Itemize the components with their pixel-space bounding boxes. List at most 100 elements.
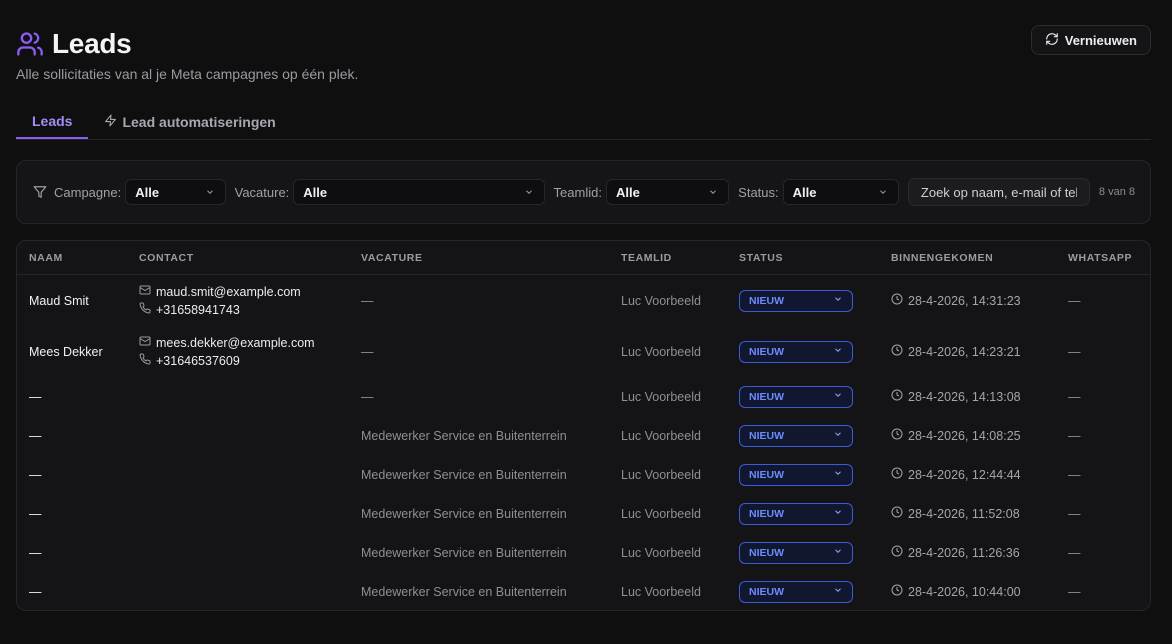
users-icon [16, 30, 44, 58]
filter-bar: Campagne: Alle Vacature: Alle Teamlid: A… [16, 160, 1151, 224]
lead-name: — [29, 584, 42, 599]
status-value: NIEUW [749, 468, 784, 481]
lead-name: — [29, 467, 42, 482]
teamlid-select[interactable]: Alle [605, 179, 730, 205]
lead-teamlid: Luc Voorbeeld [621, 428, 701, 443]
status-dropdown[interactable]: NIEUW [739, 541, 853, 564]
received-date: 28-4-2026, 11:26:36 [908, 545, 1020, 560]
lead-name: — [29, 545, 42, 560]
lead-status: NIEUW [739, 275, 853, 326]
lead-teamlid: Luc Voorbeeld [621, 545, 701, 560]
status-dropdown[interactable]: NIEUW [739, 424, 853, 447]
status-select[interactable]: Alle [782, 179, 899, 205]
column-header-teamlid[interactable]: TEAMLID [621, 252, 672, 264]
chevron-down-icon [833, 390, 843, 403]
contact-phone-line[interactable]: +31646537609 [139, 353, 315, 368]
status-dropdown[interactable]: NIEUW [739, 289, 853, 312]
phone-icon [139, 353, 151, 368]
clock-icon [891, 506, 903, 521]
contact-email-line[interactable]: mees.dekker@example.com [139, 335, 315, 350]
received-date: 28-4-2026, 14:23:21 [908, 344, 1021, 359]
chevron-down-icon [833, 507, 843, 520]
lead-whatsapp: — [1068, 344, 1081, 359]
campagne-select[interactable]: Alle [125, 179, 226, 205]
table-row[interactable]: — Medewerker Service en Buitenterrein Lu… [17, 416, 1150, 455]
table-row[interactable]: — — Luc Voorbeeld NIEUW 28-4-2026, 14:13… [17, 377, 1150, 416]
received-date: 28-4-2026, 14:08:25 [908, 428, 1021, 443]
table-row[interactable]: — Medewerker Service en Buitenterrein Lu… [17, 533, 1150, 572]
status-value: NIEUW [749, 345, 784, 358]
campagne-select-value: Alle [135, 184, 160, 200]
contact-email: maud.smit@example.com [156, 284, 301, 299]
contact-email-line[interactable]: maud.smit@example.com [139, 284, 301, 299]
lead-status: NIEUW [739, 326, 853, 377]
vacature-select-value: Alle [303, 184, 328, 200]
received-date: 28-4-2026, 14:31:23 [908, 293, 1021, 308]
table-body: Maud Smit maud.smit@example.com +3165894… [17, 275, 1150, 610]
chevron-down-icon [833, 585, 843, 598]
column-header-whatsapp[interactable]: WHATSAPP [1068, 252, 1132, 264]
status-dropdown[interactable]: NIEUW [739, 463, 853, 486]
lead-vacature: Medewerker Service en Buitenterrein [361, 428, 567, 443]
status-dropdown[interactable]: NIEUW [739, 580, 853, 603]
lead-whatsapp: — [1068, 545, 1081, 560]
received-date: 28-4-2026, 14:13:08 [908, 389, 1021, 404]
vacature-select[interactable]: Alle [293, 179, 545, 205]
clock-icon [891, 293, 903, 308]
status-dropdown[interactable]: NIEUW [739, 502, 853, 525]
column-header-vacature[interactable]: VACATURE [361, 252, 423, 264]
page-title: Leads [52, 28, 132, 59]
column-header-binnengekomen[interactable]: BINNENGEKOMEN [891, 252, 993, 264]
chevron-down-icon [878, 185, 888, 200]
lead-binnengekomen: 28-4-2026, 14:13:08 [891, 377, 1021, 416]
lead-status: NIEUW [739, 377, 853, 416]
table-row[interactable]: — Medewerker Service en Buitenterrein Lu… [17, 494, 1150, 533]
lead-binnengekomen: 28-4-2026, 14:23:21 [891, 326, 1021, 377]
lead-name: Maud Smit [29, 293, 89, 308]
lead-name: — [29, 428, 42, 443]
status-select-value: Alle [792, 184, 817, 200]
clock-icon [891, 545, 903, 560]
status-value: NIEUW [749, 546, 784, 559]
filter-icon [33, 185, 47, 199]
search-input[interactable] [907, 178, 1090, 206]
refresh-button[interactable]: Vernieuwen [1030, 25, 1151, 55]
teamlid-select-value: Alle [615, 184, 640, 200]
column-header-naam[interactable]: NAAM [29, 252, 63, 264]
lead-vacature: — [361, 344, 374, 359]
column-header-status[interactable]: STATUS [739, 252, 783, 264]
table-row[interactable]: Maud Smit maud.smit@example.com +3165894… [17, 275, 1150, 326]
tab-lead-automatiseringen[interactable]: Lead automatiseringen [88, 104, 291, 139]
contact-phone: +31658941743 [156, 302, 240, 317]
vacature-filter-label: Vacature: [234, 184, 290, 200]
teamlid-filter-label: Teamlid: [553, 184, 602, 200]
lightning-icon [104, 114, 117, 130]
status-dropdown[interactable]: NIEUW [739, 385, 853, 408]
lead-contact: mees.dekker@example.com +31646537609 [139, 326, 315, 377]
lead-binnengekomen: 28-4-2026, 14:08:25 [891, 416, 1021, 455]
lead-whatsapp: — [1068, 467, 1081, 482]
lead-status: NIEUW [739, 494, 853, 533]
contact-phone-line[interactable]: +31658941743 [139, 302, 301, 317]
lead-teamlid: Luc Voorbeeld [621, 506, 701, 521]
lead-teamlid: Luc Voorbeeld [621, 344, 701, 359]
lead-status: NIEUW [739, 455, 853, 494]
tab-leads[interactable]: Leads [16, 104, 89, 139]
table-row[interactable]: — Medewerker Service en Buitenterrein Lu… [17, 572, 1150, 610]
status-value: NIEUW [749, 390, 784, 403]
lead-vacature: Medewerker Service en Buitenterrein [361, 467, 567, 482]
table-row[interactable]: — Medewerker Service en Buitenterrein Lu… [17, 455, 1150, 494]
lead-whatsapp: — [1068, 584, 1081, 599]
table-row[interactable]: Mees Dekker mees.dekker@example.com +316… [17, 326, 1150, 377]
table-header: NAAM CONTACT VACATURE TEAMLID STATUS BIN… [17, 241, 1150, 275]
column-header-contact[interactable]: CONTACT [139, 252, 194, 264]
lead-name: — [29, 506, 42, 521]
lead-name: — [29, 389, 42, 404]
lead-teamlid: Luc Voorbeeld [621, 389, 701, 404]
status-dropdown[interactable]: NIEUW [739, 340, 853, 363]
lead-whatsapp: — [1068, 506, 1081, 521]
lead-whatsapp: — [1068, 293, 1081, 308]
clock-icon [891, 389, 903, 404]
chevron-down-icon [708, 185, 718, 200]
clock-icon [891, 584, 903, 599]
